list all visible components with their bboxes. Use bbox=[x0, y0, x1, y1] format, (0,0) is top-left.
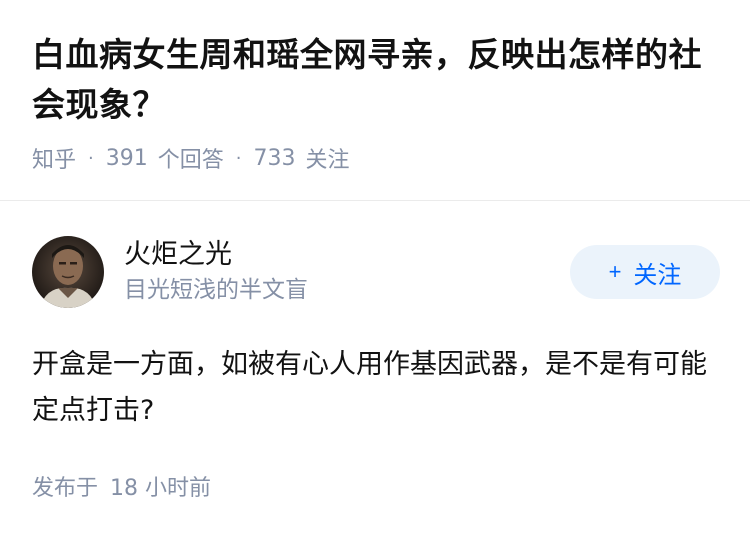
author-bio: 目光短浅的半文盲 bbox=[124, 277, 308, 303]
answers-label: 个回答 bbox=[157, 148, 224, 173]
source-label[interactable]: 知乎 bbox=[32, 142, 76, 174]
section-divider bbox=[0, 200, 750, 201]
answer-time: 发布于 18 小时前 bbox=[32, 470, 211, 502]
followers-label: 关注 bbox=[305, 148, 350, 173]
plus-icon: + bbox=[608, 259, 622, 284]
question-meta: 知乎 · 391 个回答 · 733 关注 bbox=[32, 142, 722, 174]
avatar[interactable] bbox=[32, 236, 104, 308]
follow-button[interactable]: + 关注 bbox=[570, 245, 720, 299]
author-name[interactable]: 火炬之光 bbox=[124, 238, 570, 272]
avatar-image bbox=[32, 236, 104, 308]
meta-separator: · bbox=[235, 147, 242, 169]
time-label: 发布于 bbox=[32, 476, 99, 501]
question-title[interactable]: 白血病女生周和瑶全网寻亲，反映出怎样的社会现象？ bbox=[32, 30, 722, 130]
answer-card: 火炬之光 目光短浅的半文盲 + 关注 开盒是一方面，如被有心人用作基因武器，是不… bbox=[32, 236, 720, 434]
answers-count: 391 bbox=[105, 145, 148, 171]
followers-count: 733 bbox=[253, 145, 296, 171]
follow-label: 关注 bbox=[633, 261, 682, 289]
author-info: 火炬之光 目光短浅的半文盲 bbox=[124, 238, 570, 306]
author-row: 火炬之光 目光短浅的半文盲 + 关注 bbox=[32, 236, 720, 308]
time-value: 18 小时前 bbox=[110, 476, 212, 501]
answer-content[interactable]: 开盒是一方面，如被有心人用作基因武器，是不是有可能定点打击? bbox=[32, 342, 718, 434]
meta-separator: · bbox=[88, 147, 94, 169]
question-header: 白血病女生周和瑶全网寻亲，反映出怎样的社会现象？ 知乎 · 391 个回答 · … bbox=[32, 30, 722, 174]
